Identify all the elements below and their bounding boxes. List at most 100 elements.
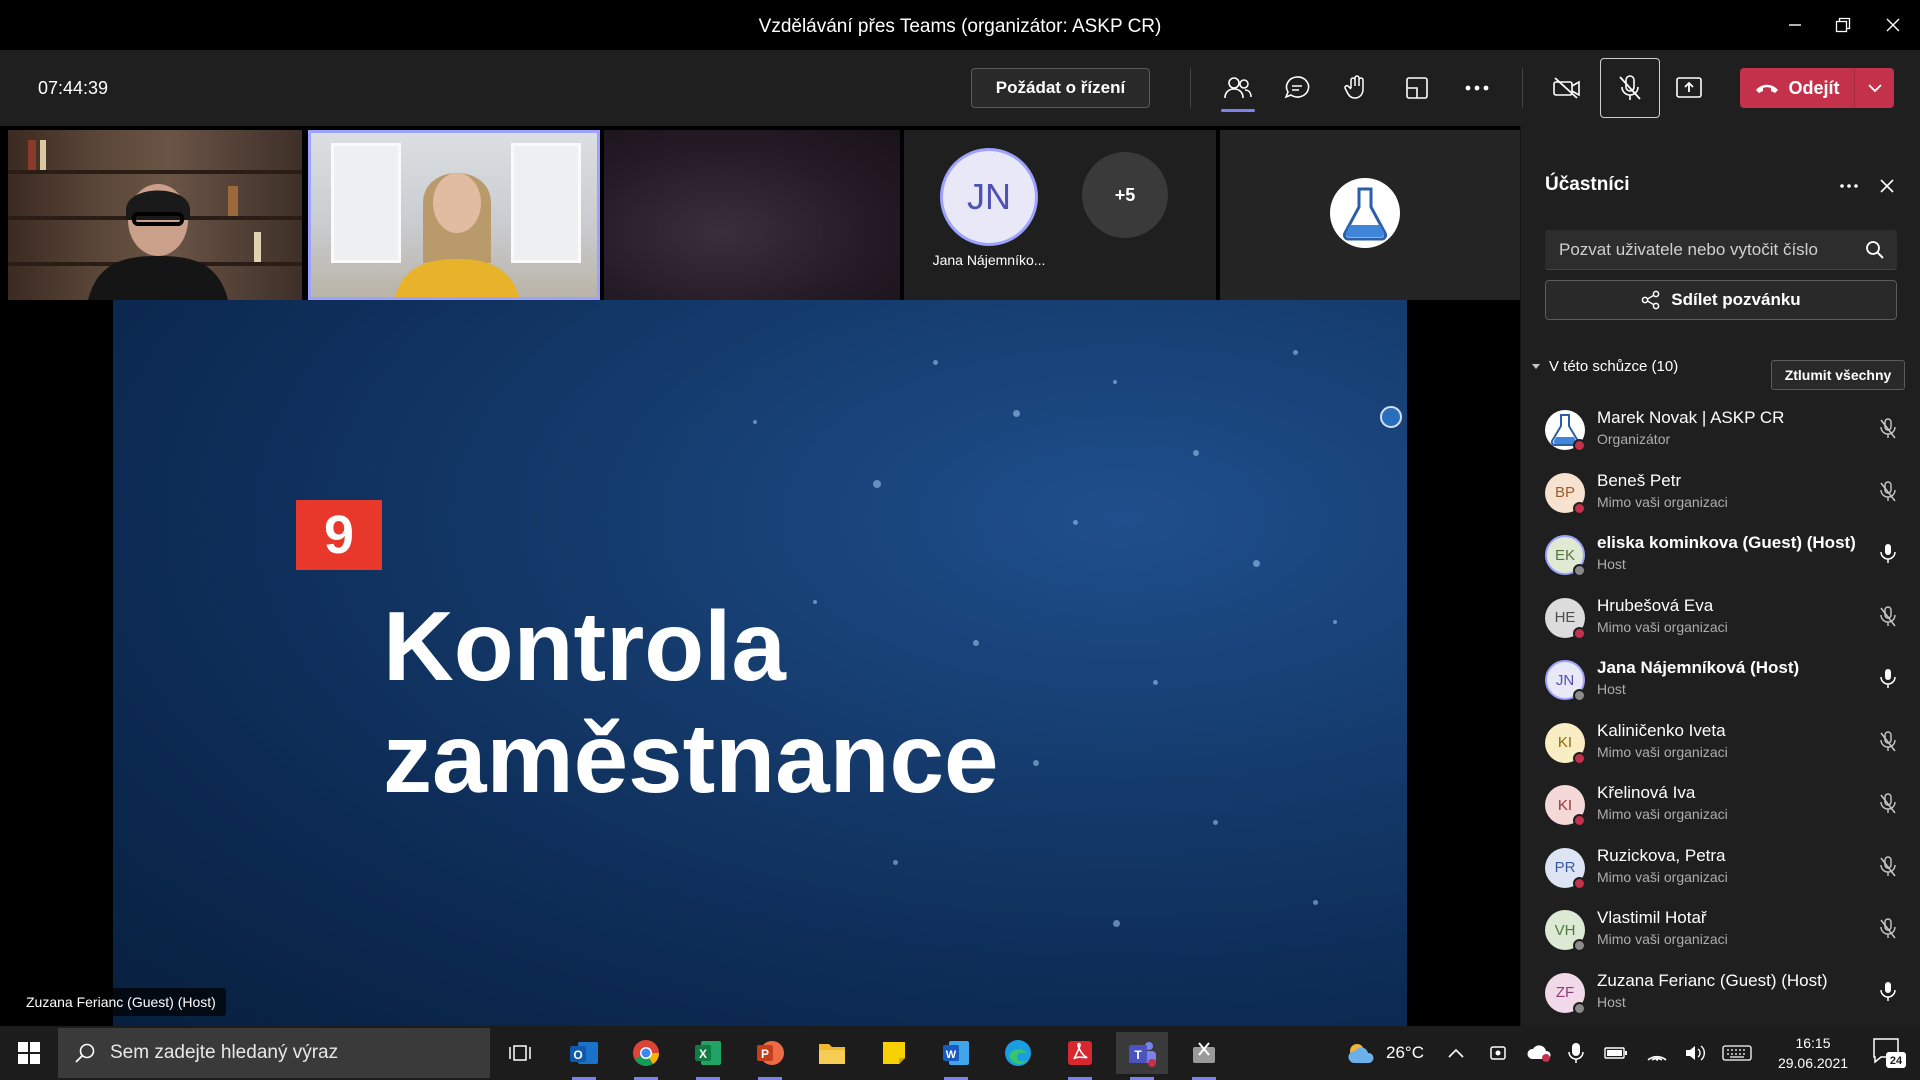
- participant-row[interactable]: KI Křelinová Iva Mimo vaši organizaci: [1521, 773, 1920, 836]
- participant-role: Mimo vaši organizaci: [1597, 493, 1728, 510]
- leave-button[interactable]: Odejít: [1740, 68, 1894, 108]
- tray-keyboard-icon[interactable]: [1722, 1026, 1752, 1080]
- mic-off-icon[interactable]: [1879, 855, 1897, 883]
- chrome-app[interactable]: [620, 1032, 672, 1080]
- more-actions-button[interactable]: [1454, 68, 1500, 108]
- tray-wifi-icon[interactable]: [1646, 1026, 1668, 1080]
- folder-icon: [819, 1044, 845, 1064]
- tray-battery-icon[interactable]: [1604, 1026, 1628, 1080]
- teams-app[interactable]: T: [1116, 1032, 1168, 1080]
- participant-row[interactable]: KI Kaliničenko Iveta Mimo vaši organizaci: [1521, 711, 1920, 774]
- mic-on-icon[interactable]: [1879, 981, 1897, 1008]
- sticky-notes-app[interactable]: [868, 1032, 920, 1074]
- more-participants-badge[interactable]: +5: [1082, 152, 1168, 238]
- cloud-icon: [1527, 1045, 1551, 1062]
- leave-options-button[interactable]: [1854, 68, 1894, 108]
- slide-pointer-icon[interactable]: [1380, 406, 1402, 428]
- taskbar-clock[interactable]: 16:15 29.06.2021: [1760, 1033, 1866, 1073]
- mic-off-icon[interactable]: [1879, 793, 1897, 820]
- mute-all-button[interactable]: Ztlumit všechny: [1771, 360, 1905, 390]
- participant-row[interactable]: BP Beneš Petr Mimo vaši organizaci: [1521, 461, 1920, 524]
- presence-status-indicator: [1573, 876, 1586, 890]
- share-invite-button[interactable]: Sdílet pozvánku: [1545, 280, 1897, 320]
- wifi-icon: [1647, 1055, 1667, 1061]
- participant-row[interactable]: JN Jana Nájemníková (Host) Host: [1521, 648, 1920, 711]
- excel-icon: X: [695, 1041, 721, 1065]
- mic-off-icon[interactable]: [1879, 605, 1897, 633]
- start-button[interactable]: [0, 1026, 58, 1080]
- volume-icon: [1686, 1045, 1705, 1061]
- panel-close-button[interactable]: [1871, 172, 1903, 200]
- tray-volume-icon[interactable]: [1684, 1026, 1706, 1080]
- participant-row[interactable]: VH Vlastimil Hotař Mimo vaši organizaci: [1521, 898, 1920, 961]
- participant-name: Vlastimil Hotař: [1597, 908, 1707, 927]
- participants-button[interactable]: [1215, 68, 1261, 112]
- participant-role: Mimo vaši organizaci: [1597, 618, 1728, 635]
- participant-row[interactable]: Marek Novak | ASKP CR Organizátor: [1521, 398, 1920, 461]
- breakout-rooms-button[interactable]: [1394, 68, 1440, 108]
- mic-off-icon[interactable]: [1879, 918, 1897, 945]
- word-app[interactable]: W: [930, 1032, 982, 1080]
- outlook-app[interactable]: O: [558, 1032, 610, 1080]
- notification-center-button[interactable]: 24: [1872, 1036, 1906, 1073]
- mic-off-icon[interactable]: [1879, 480, 1897, 508]
- tray-meeting-icon[interactable]: [1488, 1026, 1508, 1080]
- powerpoint-app[interactable]: P: [744, 1032, 796, 1080]
- close-icon: [1880, 179, 1894, 193]
- invite-input[interactable]: [1545, 230, 1897, 270]
- file-explorer-app[interactable]: [806, 1032, 858, 1074]
- section-header[interactable]: V této schůzce (10): [1531, 358, 1678, 375]
- taskbar-search[interactable]: Sem zadejte hledaný výraz: [58, 1028, 490, 1078]
- presence-status-indicator: [1573, 1001, 1586, 1015]
- excel-app[interactable]: X: [682, 1032, 734, 1080]
- slide-title-line-1: Kontrola: [383, 591, 786, 701]
- request-control-button[interactable]: Požádat o řízení: [971, 68, 1150, 108]
- participant-row[interactable]: HE Hrubešová Eva Mimo vaši organizaci: [1521, 586, 1920, 649]
- participant-row[interactable]: EK eliska kominkova (Guest) (Host) Host: [1521, 523, 1920, 586]
- taskbar-search-label: Sem zadejte hledaný výraz: [110, 1042, 339, 1063]
- share-content-button[interactable]: [1666, 68, 1712, 108]
- leave-main[interactable]: Odejít: [1740, 78, 1854, 99]
- mic-on-icon[interactable]: [1879, 543, 1897, 570]
- camera-off-icon: [1553, 77, 1580, 99]
- chevron-down-icon: [1867, 84, 1882, 93]
- clock-date: 29.06.2021: [1777, 1055, 1849, 1071]
- participant-row[interactable]: ZF Zuzana Ferianc (Guest) (Host) Host: [1521, 961, 1920, 1024]
- camera-toggle-button[interactable]: [1544, 68, 1590, 108]
- mic-on-icon[interactable]: [1879, 668, 1897, 695]
- mic-off-icon[interactable]: [1879, 418, 1897, 445]
- minimize-button[interactable]: [1772, 10, 1818, 40]
- tray-onedrive-icon[interactable]: [1526, 1026, 1552, 1080]
- reactions-button[interactable]: [1334, 68, 1380, 108]
- share-screen-icon: [1676, 77, 1702, 98]
- person-silhouette: [394, 173, 520, 297]
- share-invite-label: Sdílet pozvánku: [1671, 290, 1801, 309]
- search-icon[interactable]: [1865, 240, 1885, 265]
- panel-more-button[interactable]: [1833, 172, 1865, 200]
- svg-text:W: W: [946, 1049, 957, 1061]
- participant-name: Marek Novak | ASKP CR: [1597, 408, 1785, 427]
- video-tile-participant-3[interactable]: [604, 130, 900, 300]
- acrobat-app[interactable]: [1054, 1032, 1106, 1080]
- weather-widget[interactable]: 26°C: [1346, 1026, 1424, 1080]
- video-tile-participant-1[interactable]: [8, 130, 302, 300]
- tray-microphone-icon[interactable]: [1568, 1026, 1584, 1080]
- restore-button[interactable]: [1820, 10, 1866, 40]
- chat-button[interactable]: [1274, 68, 1320, 108]
- task-view-button[interactable]: [494, 1032, 546, 1074]
- keyboard-icon: [1722, 1045, 1752, 1061]
- participant-row[interactable]: PR Ruzickova, Petra Mimo vaši organizaci: [1521, 836, 1920, 899]
- snipping-tool-app[interactable]: [1178, 1032, 1230, 1080]
- teams-icon: T: [1129, 1042, 1156, 1067]
- video-tile-participant-2[interactable]: [308, 130, 600, 300]
- presence-status-indicator: [1573, 814, 1586, 827]
- participant-name: Kaliničenko Iveta: [1597, 720, 1726, 740]
- mic-toggle-button[interactable]: [1600, 58, 1660, 118]
- mic-off-icon[interactable]: [1879, 730, 1897, 758]
- close-window-button[interactable]: [1870, 10, 1916, 40]
- tray-overflow-button[interactable]: [1448, 1026, 1464, 1080]
- pdf-icon: [1068, 1041, 1092, 1065]
- battery-icon: [1604, 1047, 1627, 1059]
- presence-status-indicator: [1573, 564, 1586, 577]
- edge-app[interactable]: [992, 1032, 1044, 1074]
